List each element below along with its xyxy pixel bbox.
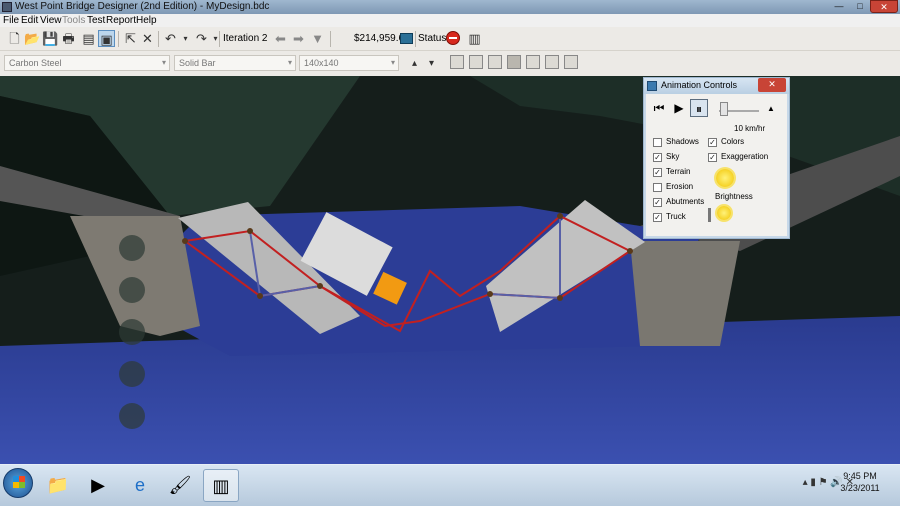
title-bar: West Point Bridge Designer (2nd Edition)…	[0, 0, 900, 14]
increase-size-icon[interactable]: ▴	[406, 55, 423, 72]
menu-bar: File Edit View Tools Test Report Help	[0, 14, 900, 27]
brightness-slider[interactable]	[708, 208, 711, 222]
clock-time: 9:45 PM	[843, 471, 877, 481]
menu-help[interactable]: Help	[136, 15, 157, 26]
redo-dropdown-icon[interactable]: ▾	[207, 30, 224, 47]
member-properties-toolbar: Carbon Steel ▾ Solid Bar ▾ 140x140 ▾ ▴ ▾	[0, 51, 900, 76]
bridge-designer-task-icon[interactable]: ▥	[203, 469, 239, 502]
browser-icon[interactable]: e	[122, 469, 158, 502]
panel-close-button[interactable]: ✕	[758, 78, 786, 92]
close-button[interactable]: ✕	[870, 0, 898, 13]
menu-edit[interactable]: Edit	[21, 15, 38, 26]
undo-dropdown-icon[interactable]: ▾	[177, 30, 194, 47]
menu-test[interactable]: Test	[87, 15, 105, 26]
window-title: West Point Bridge Designer (2nd Edition)…	[15, 1, 270, 12]
sun-dim-icon	[717, 206, 731, 220]
design-mode-icon[interactable]: ▤	[80, 30, 97, 47]
size-value: 140x140	[304, 58, 339, 68]
select-icon[interactable]: ⇱	[122, 30, 139, 47]
explorer-icon[interactable]: 📁	[40, 469, 76, 502]
panel-title: Animation Controls	[661, 80, 738, 90]
section-value: Solid Bar	[179, 58, 216, 68]
delete-icon[interactable]: ✕	[139, 30, 156, 47]
collapse-arrow-icon[interactable]: ▲	[767, 104, 775, 113]
start-button[interactable]	[3, 468, 33, 498]
load-test-icon[interactable]: ▣	[98, 30, 115, 47]
pause-icon[interactable]: ⏸	[690, 99, 708, 117]
app-icon	[2, 2, 12, 12]
back-arrow-icon[interactable]: ⬅	[272, 30, 289, 47]
rewind-icon[interactable]: ⏮	[650, 99, 668, 117]
grid-selected-icon[interactable]	[507, 55, 521, 69]
size-select[interactable]: 140x140 ▾	[299, 55, 399, 71]
clock[interactable]: 9:45 PM 3/23/2011	[830, 470, 890, 494]
maximize-button[interactable]: □	[850, 0, 870, 13]
new-file-icon[interactable]: 🗋	[6, 30, 23, 47]
menu-file[interactable]: File	[3, 15, 19, 26]
open-folder-icon[interactable]: 📂	[24, 30, 41, 47]
play-icon[interactable]: ▶	[670, 99, 688, 117]
chevron-down-icon: ▾	[287, 58, 292, 67]
grid-9-icon[interactable]	[545, 55, 559, 69]
clock-date: 3/23/2011	[840, 483, 880, 493]
grid-fine-icon[interactable]	[488, 55, 502, 69]
material-value: Carbon Steel	[9, 58, 62, 68]
menu-report[interactable]: Report	[106, 15, 136, 26]
speed-value: 10 km/hr	[734, 124, 766, 133]
fail-icon[interactable]	[446, 31, 460, 45]
animation-controls-panel: Animation Controls ✕ ⏮ ▶ ⏸ 10 km/hr ▲ Sh…	[643, 77, 790, 239]
iteration-label: Iteration 2	[223, 33, 268, 44]
panel-caption: Animation Controls ✕	[644, 78, 789, 94]
iteration-dropdown-icon[interactable]: ▼	[309, 30, 326, 47]
main-toolbar: 🗋 📂 💾 🖶 ▤ ▣ ⇱ ✕ ↶ ▾ ↷ ▾ Iteration 2 ⬅ ➡ …	[0, 27, 900, 51]
brightness-label: Brightness	[715, 192, 753, 201]
sun-icon	[716, 169, 734, 187]
forward-arrow-icon[interactable]: ➡	[290, 30, 307, 47]
grid-coarse-icon[interactable]	[450, 55, 464, 69]
panel-icon	[647, 81, 657, 91]
chevron-down-icon: ▾	[390, 58, 395, 67]
cost-report-icon[interactable]	[400, 33, 413, 44]
chevron-down-icon: ▾	[161, 58, 166, 67]
decrease-size-icon[interactable]: ▾	[423, 55, 440, 72]
windows-logo-icon	[13, 476, 25, 488]
print-icon[interactable]: 🖶	[60, 30, 77, 47]
material-select[interactable]: Carbon Steel ▾	[4, 55, 170, 71]
grid-16-icon[interactable]	[564, 55, 578, 69]
taskbar: 📁 ▶ e 🖌 ▥ ▴ ▮ ⚑ 🔊 ✕ 9:45 PM 3/23/2011	[0, 464, 900, 506]
save-icon[interactable]: 💾	[42, 30, 59, 47]
report-table-icon[interactable]: ▥	[466, 30, 483, 47]
grid-medium-icon[interactable]	[469, 55, 483, 69]
media-player-icon[interactable]: ▶	[80, 469, 116, 502]
minimize-button[interactable]: —	[828, 0, 850, 13]
speed-slider-thumb[interactable]	[720, 102, 728, 116]
status-label: Status:	[418, 33, 450, 44]
section-select[interactable]: Solid Bar ▾	[174, 55, 296, 71]
menu-view[interactable]: View	[40, 15, 62, 26]
paint-icon[interactable]: 🖌	[162, 469, 198, 502]
grid-4-icon[interactable]	[526, 55, 540, 69]
menu-tools[interactable]: Tools	[62, 15, 85, 26]
